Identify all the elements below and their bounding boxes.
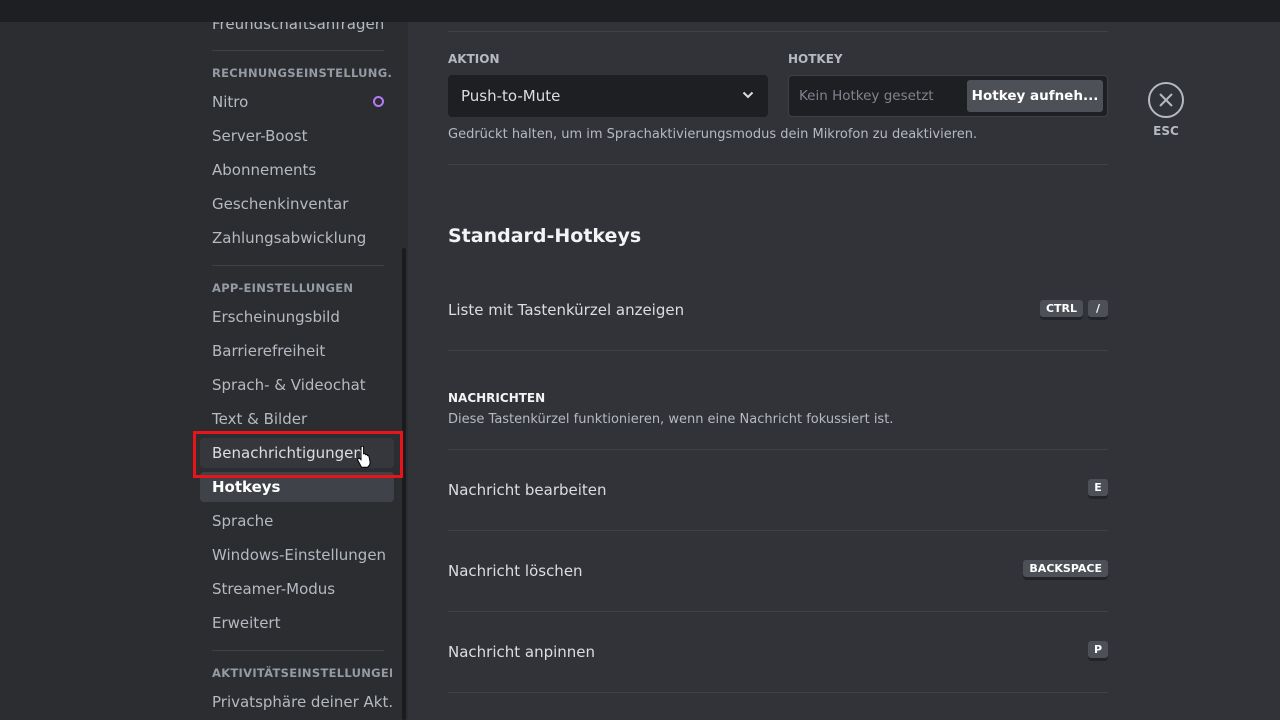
divider xyxy=(448,449,1108,450)
sidebar-separator xyxy=(212,50,384,51)
key-p: P xyxy=(1087,641,1108,661)
key-e: E xyxy=(1088,479,1108,499)
sidebar-separator xyxy=(212,265,384,266)
divider xyxy=(448,350,1108,351)
sidebar-item-accessibility[interactable]: Barrierefreiheit xyxy=(200,336,394,366)
sidebar-item-friend-requests[interactable]: Freundschaftsanfragen xyxy=(200,22,394,39)
record-hotkey-button[interactable]: Hotkey aufneh... xyxy=(967,80,1103,112)
divider xyxy=(448,692,1108,693)
divider xyxy=(448,611,1108,612)
hotkey-row-label: Nachricht löschen xyxy=(448,562,583,580)
sidebar-item-voice-video[interactable]: Sprach- & Videochat xyxy=(200,370,394,400)
sidebar-item-label: Nitro xyxy=(212,93,249,111)
section-header-app: APP-EINSTELLUNGEN xyxy=(212,281,354,295)
action-select[interactable]: Push-to-Mute xyxy=(448,75,768,117)
key-ctrl: CTRL xyxy=(1039,300,1083,320)
divider xyxy=(448,164,1108,165)
sidebar-item-advanced[interactable]: Erweitert xyxy=(200,608,394,638)
sidebar-item-billing[interactable]: Zahlungsabwicklung xyxy=(200,223,394,253)
close-button[interactable] xyxy=(1148,82,1184,118)
hotkey-row-label: Nachricht bearbeiten xyxy=(448,481,607,499)
sidebar-item-windows-settings[interactable]: Windows-Einstellungen xyxy=(200,540,394,570)
sidebar-item-subscriptions[interactable]: Abonnements xyxy=(200,155,394,185)
key-slash: / xyxy=(1088,300,1108,320)
sidebar-item-text-images[interactable]: Text & Bilder xyxy=(200,404,394,434)
esc-label: ESC xyxy=(1153,124,1179,138)
section-header-billing: RECHNUNGSEINSTELLUNG... xyxy=(212,66,392,80)
close-icon xyxy=(1159,93,1173,107)
sidebar-item-nitro[interactable]: Nitro xyxy=(200,87,394,117)
sidebar-item-server-boost[interactable]: Server-Boost xyxy=(200,121,394,151)
sidebar-item-gift-inventory[interactable]: Geschenkinventar xyxy=(200,189,394,219)
nitro-icon xyxy=(373,96,384,107)
messages-description: Diese Tastenkürzel funktionieren, wenn e… xyxy=(448,412,894,427)
sidebar-item-language[interactable]: Sprache xyxy=(200,506,394,536)
shortcut-list-keys: CTRL / xyxy=(1039,300,1108,320)
sidebar-item-appearance[interactable]: Erscheinungsbild xyxy=(200,302,394,332)
hotkey-label: HOTKEY xyxy=(788,52,843,66)
sidebar-item-activity-privacy[interactable]: Privatsphäre deiner Akt... xyxy=(200,687,394,717)
hotkey-row-keys: BACKSPACE xyxy=(1023,560,1108,580)
section-header-activity: AKTIVITÄTSEINSTELLUNGEN xyxy=(212,666,392,680)
sidebar-separator xyxy=(212,650,384,651)
divider xyxy=(448,530,1108,531)
sidebar-scrollbar[interactable] xyxy=(402,248,406,720)
hotkey-recorder-field[interactable]: Kein Hotkey gesetzt Hotkey aufneh... xyxy=(788,75,1108,117)
key-backspace: BACKSPACE xyxy=(1023,560,1108,580)
hotkey-row-label: Nachricht anpinnen xyxy=(448,643,596,661)
action-select-value: Push-to-Mute xyxy=(461,87,561,105)
action-hint: Gedrückt halten, um im Sprachaktivierung… xyxy=(448,127,978,142)
hotkey-settings-panel: AKTION Push-to-Mute HOTKEY Kein Hotkey g… xyxy=(448,22,1108,720)
settings-sidebar: Freundschaftsanfragen RECHNUNGSEINSTELLU… xyxy=(0,22,408,720)
hotkey-row-keys: E xyxy=(1088,479,1108,499)
sidebar-item-streamer-mode[interactable]: Streamer-Modus xyxy=(200,574,394,604)
standard-hotkeys-title: Standard-Hotkeys xyxy=(448,225,642,247)
action-label: AKTION xyxy=(448,52,500,66)
close-settings[interactable]: ESC xyxy=(1148,82,1184,138)
divider xyxy=(448,31,1108,32)
shortcut-list-label: Liste mit Tastenkürzel anzeigen xyxy=(448,301,685,319)
messages-header: NACHRICHTEN xyxy=(448,391,546,405)
hotkey-placeholder: Kein Hotkey gesetzt xyxy=(799,88,934,104)
hotkey-row-keys: P xyxy=(1087,641,1108,661)
window-titlebar xyxy=(0,0,1280,22)
hand-cursor-icon xyxy=(357,446,371,468)
chevron-down-icon xyxy=(742,91,754,99)
